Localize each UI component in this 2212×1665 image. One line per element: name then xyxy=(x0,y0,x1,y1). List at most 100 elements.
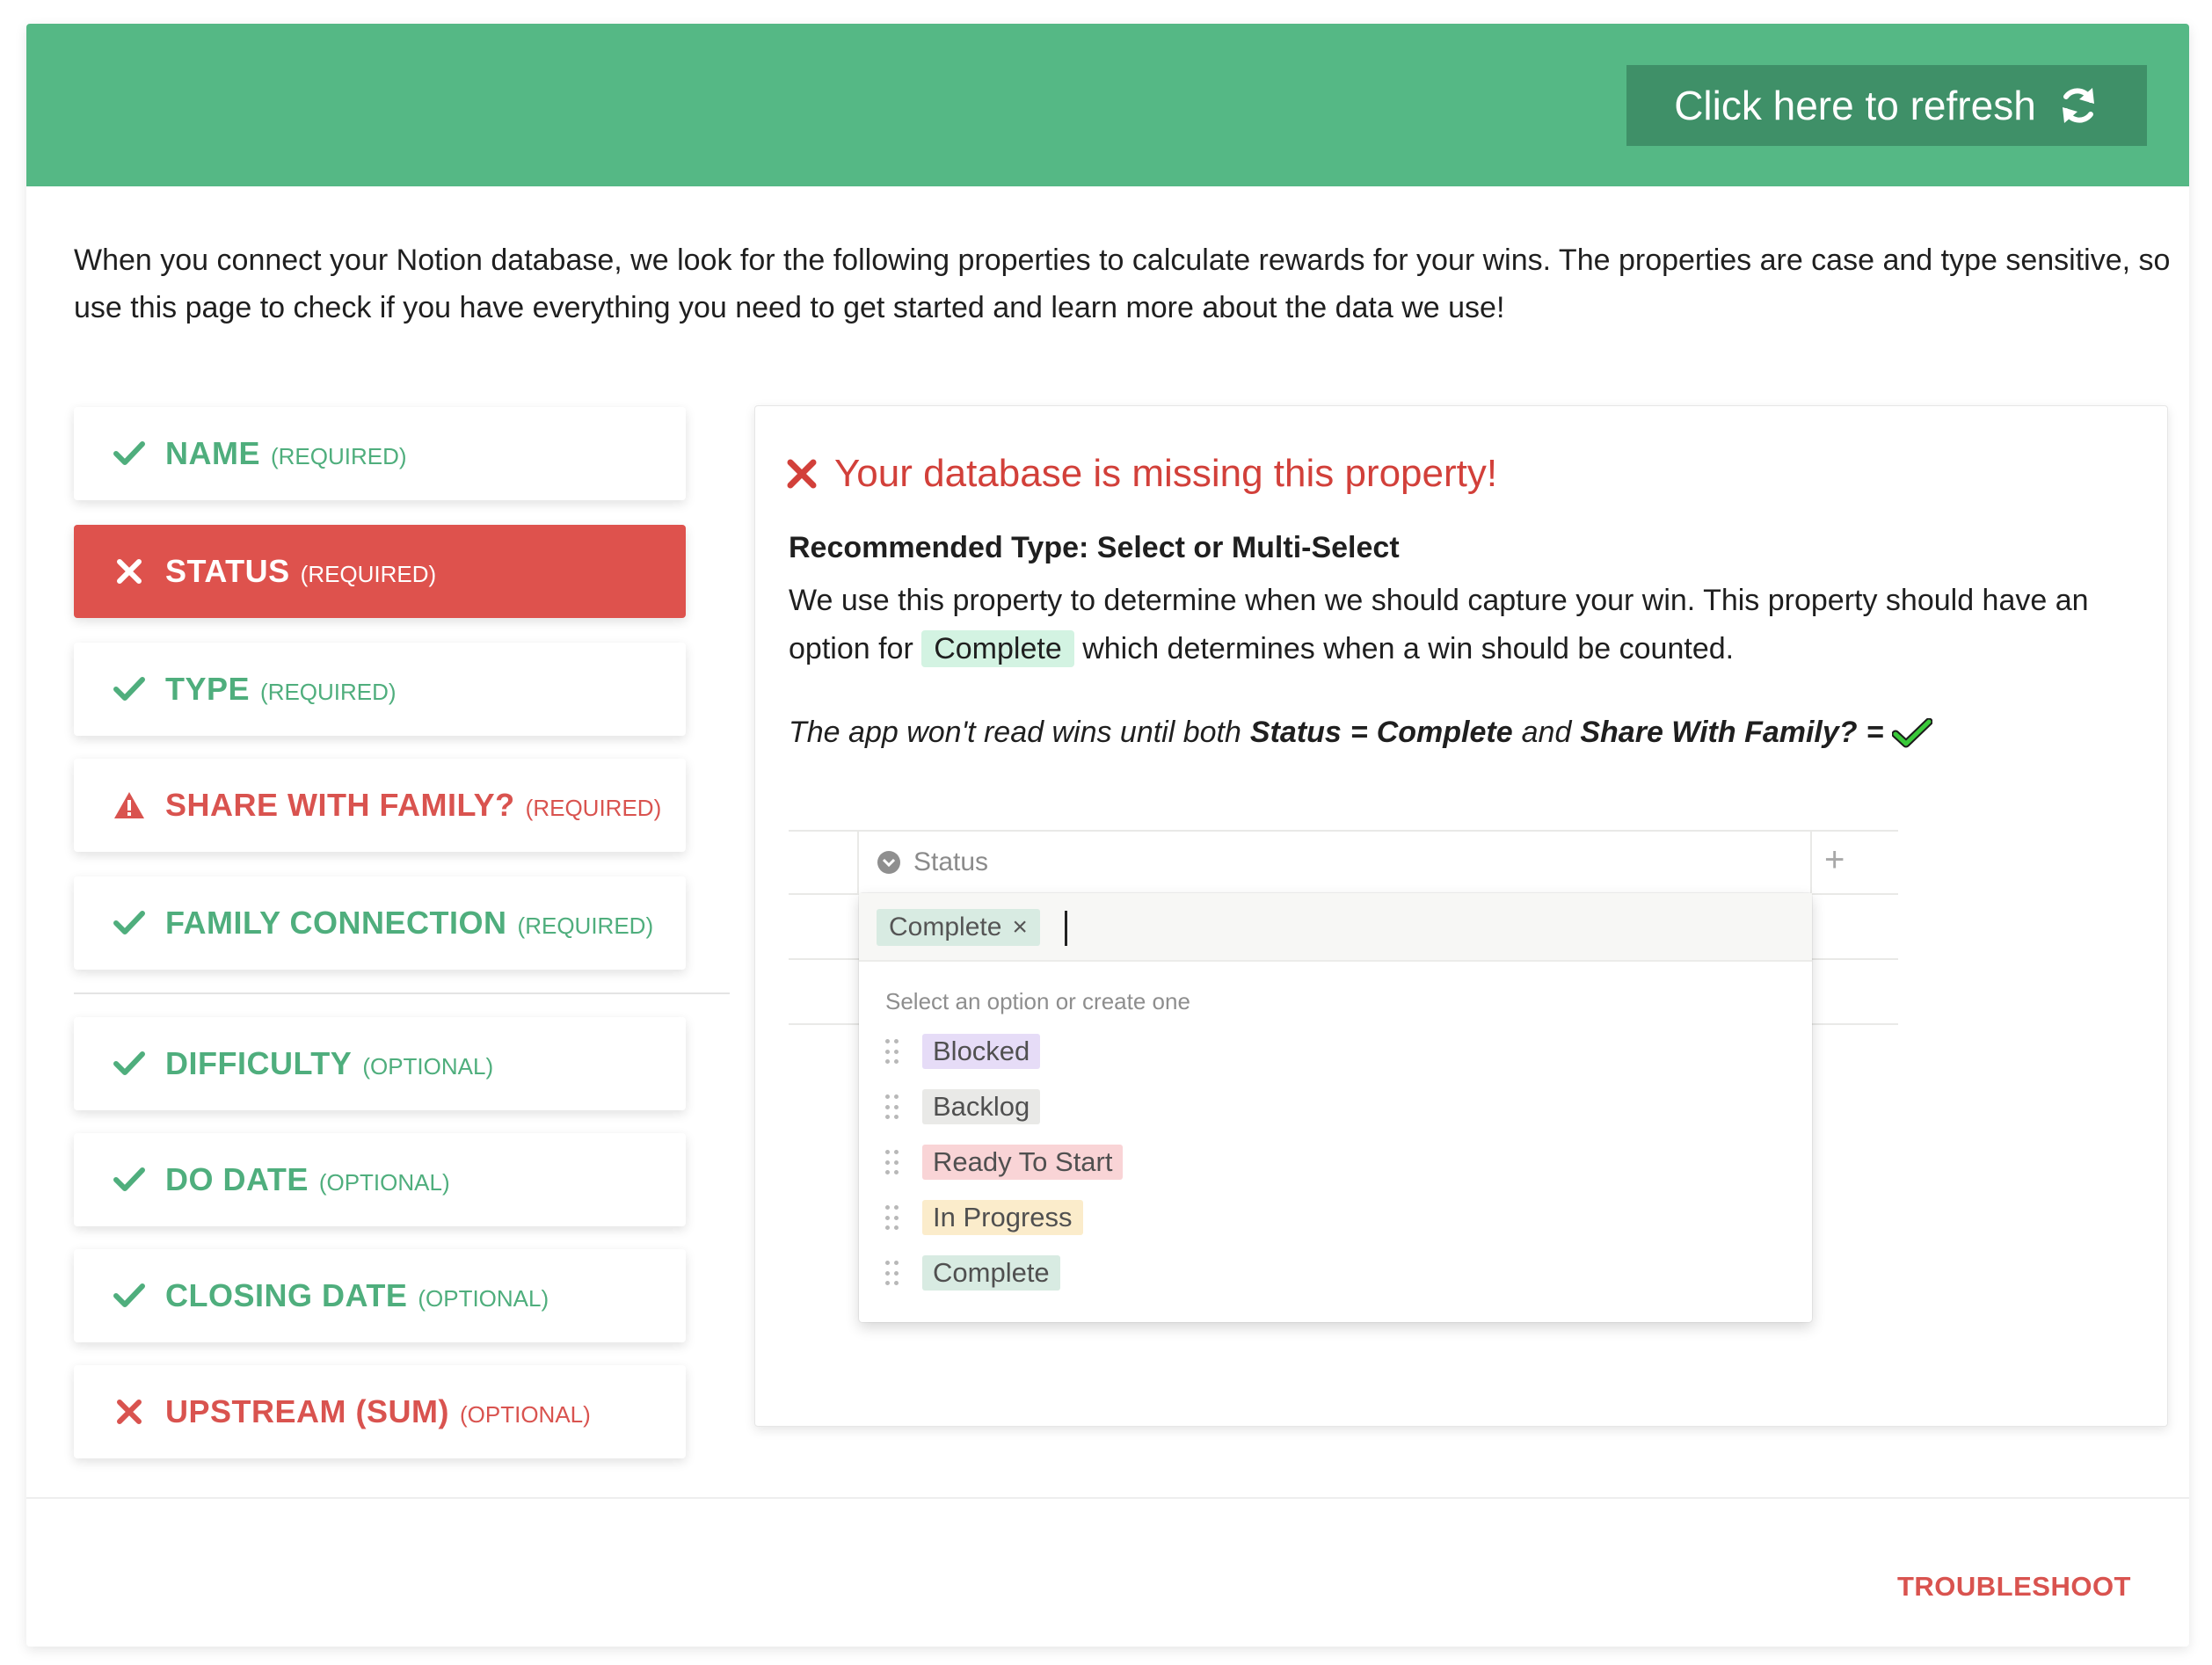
add-column-icon[interactable]: + xyxy=(1824,840,1845,880)
troubleshoot-button[interactable]: TROUBLESHOOT xyxy=(1897,1571,2131,1603)
list-divider xyxy=(74,992,730,994)
property-name: TYPE xyxy=(165,671,251,707)
property-item[interactable]: CLOSING DATE (OPTIONAL) xyxy=(74,1249,686,1342)
property-tag: (REQUIRED) xyxy=(300,561,437,587)
selected-values-input[interactable]: Complete × xyxy=(859,893,1812,962)
status-icon xyxy=(113,673,146,706)
check-icon xyxy=(113,911,145,934)
status-icon xyxy=(113,1047,146,1080)
detail-title: Your database is missing this property! xyxy=(787,452,1497,496)
property-name: UPSTREAM (SUM) xyxy=(165,1393,449,1429)
status-icon xyxy=(113,789,146,822)
property-name: DO DATE xyxy=(165,1161,309,1197)
selected-chip: Complete × xyxy=(877,909,1040,946)
property-label: NAME (REQUIRED) xyxy=(165,435,407,472)
property-name: DIFFICULTY xyxy=(165,1045,353,1081)
property-label: CLOSING DATE (OPTIONAL) xyxy=(165,1277,549,1314)
property-label: TYPE (REQUIRED) xyxy=(165,671,397,708)
requirement-note: The app won't read wins until both Statu… xyxy=(789,716,1933,750)
property-label: FAMILY CONNECTION (REQUIRED) xyxy=(165,905,653,942)
refresh-icon xyxy=(2062,88,2094,123)
chip-remove-icon[interactable]: × xyxy=(1012,912,1028,942)
check-icon xyxy=(113,1167,145,1191)
option-item[interactable]: Backlog xyxy=(885,1087,1041,1126)
option-tag: Blocked xyxy=(922,1034,1041,1069)
property-tag: (OPTIONAL) xyxy=(318,1169,450,1196)
check-icon xyxy=(113,677,145,701)
property-item[interactable]: STATUS (REQUIRED) xyxy=(74,525,686,618)
property-description: We use this property to determine when w… xyxy=(789,577,2143,673)
status-dropdown: Complete × Select an option or create on… xyxy=(859,893,1812,1322)
property-item[interactable]: SHARE WITH FAMILY? (REQUIRED) xyxy=(74,759,686,852)
property-name: CLOSING DATE xyxy=(165,1277,408,1313)
check-icon xyxy=(113,441,145,465)
check-icon xyxy=(113,1051,145,1075)
property-name: SHARE WITH FAMILY? xyxy=(165,787,515,823)
selected-chip-label: Complete xyxy=(889,912,1002,942)
property-label: STATUS (REQUIRED) xyxy=(165,553,436,590)
property-item[interactable]: DO DATE (OPTIONAL) xyxy=(74,1133,686,1226)
property-label: UPSTREAM (SUM) (OPTIONAL) xyxy=(165,1393,591,1430)
property-name: FAMILY CONNECTION xyxy=(165,905,507,941)
status-icon xyxy=(113,555,146,588)
status-icon xyxy=(113,1163,146,1196)
option-item[interactable]: Ready To Start xyxy=(885,1143,1124,1181)
note-text: The app won't read wins until both xyxy=(789,716,1241,749)
status-column-header[interactable]: Status xyxy=(877,847,988,877)
complete-pill: Complete xyxy=(921,630,1074,667)
drag-handle-icon[interactable] xyxy=(885,1150,899,1174)
warning-icon xyxy=(114,792,144,818)
note-status: Status xyxy=(1249,716,1342,749)
note-equals: = xyxy=(1350,716,1368,749)
close-icon xyxy=(787,459,817,489)
drag-handle-icon[interactable] xyxy=(885,1094,899,1119)
check-icon xyxy=(113,1283,145,1307)
property-item[interactable]: FAMILY CONNECTION (REQUIRED) xyxy=(74,876,686,970)
detail-title-text: Your database is missing this property! xyxy=(834,452,1498,495)
close-icon xyxy=(117,559,142,584)
option-tag: Backlog xyxy=(922,1089,1041,1124)
property-tag: (REQUIRED) xyxy=(525,795,662,821)
checkmark-icon xyxy=(1892,717,1933,747)
property-detail-panel: Your database is missing this property! … xyxy=(754,405,2168,1427)
property-item[interactable]: TYPE (REQUIRED) xyxy=(74,643,686,736)
note-equals-2: = xyxy=(1866,716,1884,749)
option-tag: In Progress xyxy=(922,1200,1083,1235)
property-label: DIFFICULTY (OPTIONAL) xyxy=(165,1045,493,1082)
property-tag: (OPTIONAL) xyxy=(459,1401,591,1428)
property-label: SHARE WITH FAMILY? (REQUIRED) xyxy=(165,787,661,824)
drag-handle-icon[interactable] xyxy=(885,1205,899,1230)
text-caret xyxy=(1065,911,1067,946)
close-icon xyxy=(117,1400,142,1424)
note-share: Share With Family? xyxy=(1580,716,1858,749)
dropdown-hint: Select an option or create one xyxy=(885,988,1190,1014)
header-bar: Click here to refresh xyxy=(26,24,2189,186)
drag-handle-icon[interactable] xyxy=(885,1261,899,1285)
mock-row-line xyxy=(789,830,1898,832)
desc-after: which determines when a win should be co… xyxy=(1082,632,1735,665)
property-tag: (OPTIONAL) xyxy=(362,1053,494,1080)
property-tag: (REQUIRED) xyxy=(271,443,407,469)
mock-col-line xyxy=(857,830,859,893)
property-name: NAME xyxy=(165,435,260,471)
notion-status-mock: Status + Complete × Select an option or … xyxy=(789,830,1898,1322)
status-icon xyxy=(113,1395,146,1429)
option-tag: Ready To Start xyxy=(922,1145,1124,1180)
select-property-icon xyxy=(877,851,900,874)
refresh-button[interactable]: Click here to refresh xyxy=(1626,65,2147,146)
property-label: DO DATE (OPTIONAL) xyxy=(165,1161,450,1198)
footer-divider xyxy=(26,1497,2189,1499)
property-item[interactable]: NAME (REQUIRED) xyxy=(74,407,686,500)
recommended-type: Recommended Type: Select or Multi-Select xyxy=(789,531,1400,564)
refresh-label: Click here to refresh xyxy=(1674,83,2036,128)
property-item[interactable]: DIFFICULTY (OPTIONAL) xyxy=(74,1017,686,1110)
drag-handle-icon[interactable] xyxy=(885,1039,899,1064)
intro-text: When you connect your Notion database, w… xyxy=(74,244,2171,324)
property-item[interactable]: UPSTREAM (SUM) (OPTIONAL) xyxy=(74,1365,686,1458)
option-tag: Complete xyxy=(922,1255,1060,1291)
option-item[interactable]: Blocked xyxy=(885,1032,1041,1071)
option-item[interactable]: Complete xyxy=(885,1254,1060,1292)
status-icon xyxy=(113,906,146,940)
note-complete: Complete xyxy=(1376,716,1513,749)
option-item[interactable]: In Progress xyxy=(885,1198,1083,1237)
